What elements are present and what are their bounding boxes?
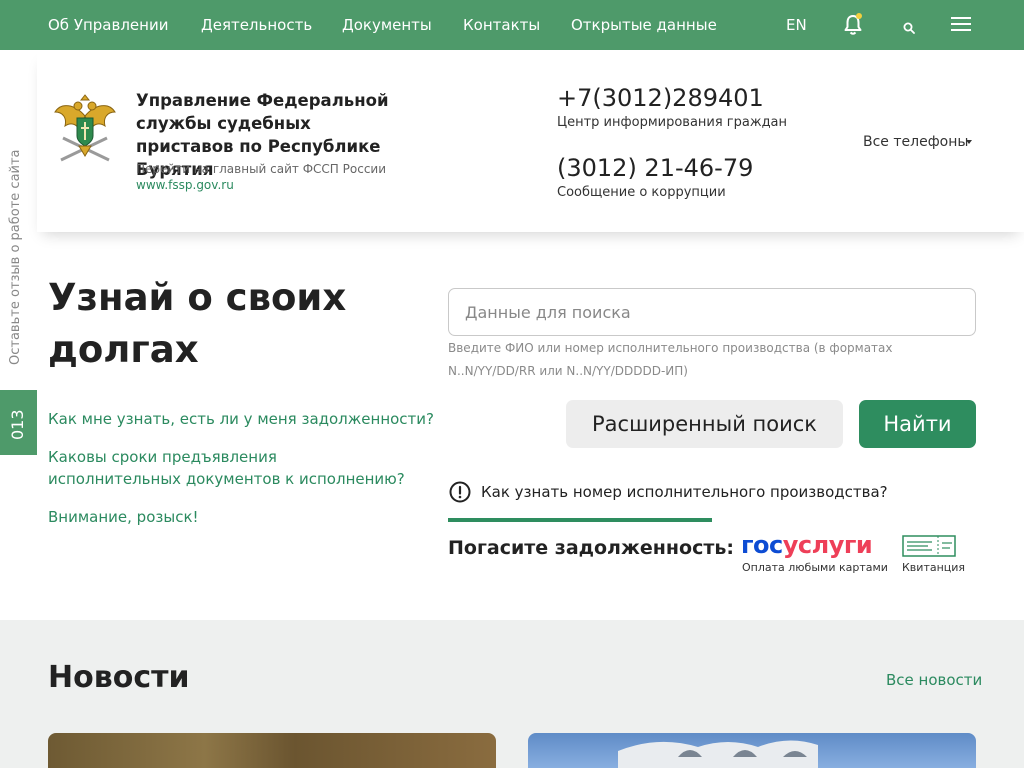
all-news-link[interactable]: Все новости bbox=[886, 671, 982, 689]
phone-corruption[interactable]: (3012) 21-46-79 bbox=[557, 154, 753, 182]
gosuslugi-logo[interactable]: госуслуги bbox=[741, 531, 873, 559]
phone-citizen-center[interactable]: +7(3012)289401 bbox=[557, 84, 764, 112]
main-site-link[interactable]: www.fssp.gov.ru bbox=[136, 178, 234, 192]
news-title: Новости bbox=[48, 660, 190, 695]
news-card-image[interactable] bbox=[48, 733, 496, 768]
exclamation-circle-icon bbox=[449, 481, 471, 503]
site-feedback-tab[interactable]: Оставьте отзыв о работе сайта bbox=[8, 149, 30, 365]
main-site-caption: Перейти на главный сайт ФССП России bbox=[136, 162, 387, 176]
faq-link-wanted[interactable]: Внимание, розыск! bbox=[48, 506, 199, 528]
caret-down-icon bbox=[966, 140, 972, 144]
receipt-label[interactable]: Квитанция bbox=[902, 561, 965, 574]
pay-debt-title: Погасите задолженность: bbox=[448, 537, 734, 559]
fssp-emblem-icon[interactable] bbox=[53, 94, 117, 166]
debt-search-input[interactable] bbox=[448, 288, 976, 336]
faq-link-check-debt[interactable]: Как мне узнать, есть ли у меня задолженн… bbox=[48, 408, 434, 430]
language-switch[interactable]: EN bbox=[786, 16, 807, 34]
notification-bell-icon[interactable] bbox=[844, 13, 862, 40]
nav-link-open-data[interactable]: Открытые данные bbox=[571, 16, 717, 34]
top-navigation: Об Управлении Деятельность Документы Кон… bbox=[0, 0, 1024, 50]
site-header: Управление Федеральной службы судебных п… bbox=[37, 50, 1024, 232]
find-button[interactable]: Найти bbox=[859, 400, 976, 448]
gosuslugi-logo-part-uslugi: услуги bbox=[782, 531, 873, 559]
news-card-image[interactable] bbox=[528, 733, 976, 768]
receipt-icon[interactable] bbox=[902, 535, 956, 557]
debt-search-title: Узнай о своих долгах bbox=[48, 276, 347, 371]
phone-corruption-label: Сообщение о коррупции bbox=[557, 185, 726, 200]
nav-link-contacts[interactable]: Контакты bbox=[463, 16, 540, 34]
building-image bbox=[618, 740, 818, 768]
side-badge-label: 013 bbox=[8, 409, 27, 440]
gosuslugi-label[interactable]: Оплата любыми картами bbox=[742, 561, 888, 574]
how-to-find-case-number-link[interactable]: Как узнать номер исполнительного произво… bbox=[481, 483, 888, 501]
notification-dot bbox=[856, 13, 862, 19]
menu-icon[interactable] bbox=[951, 16, 971, 36]
faq-link-deadlines[interactable]: Каковы сроки предъявления исполнительных… bbox=[48, 446, 408, 490]
nav-link-activity[interactable]: Деятельность bbox=[201, 16, 312, 34]
gosuslugi-logo-part-gos: гос bbox=[741, 531, 783, 559]
search-hint: Введите ФИО или номер исполнительного пр… bbox=[448, 341, 893, 378]
side-badge[interactable]: 013 bbox=[0, 390, 37, 455]
search-icon[interactable] bbox=[903, 19, 915, 38]
nav-link-documents[interactable]: Документы bbox=[342, 16, 432, 34]
payment-divider bbox=[448, 518, 712, 522]
nav-link-about[interactable]: Об Управлении bbox=[48, 16, 168, 34]
all-phones-dropdown[interactable]: Все телефоны bbox=[863, 134, 968, 150]
advanced-search-button[interactable]: Расширенный поиск bbox=[566, 400, 843, 448]
phone-citizen-center-label: Центр информирования граждан bbox=[557, 115, 788, 130]
